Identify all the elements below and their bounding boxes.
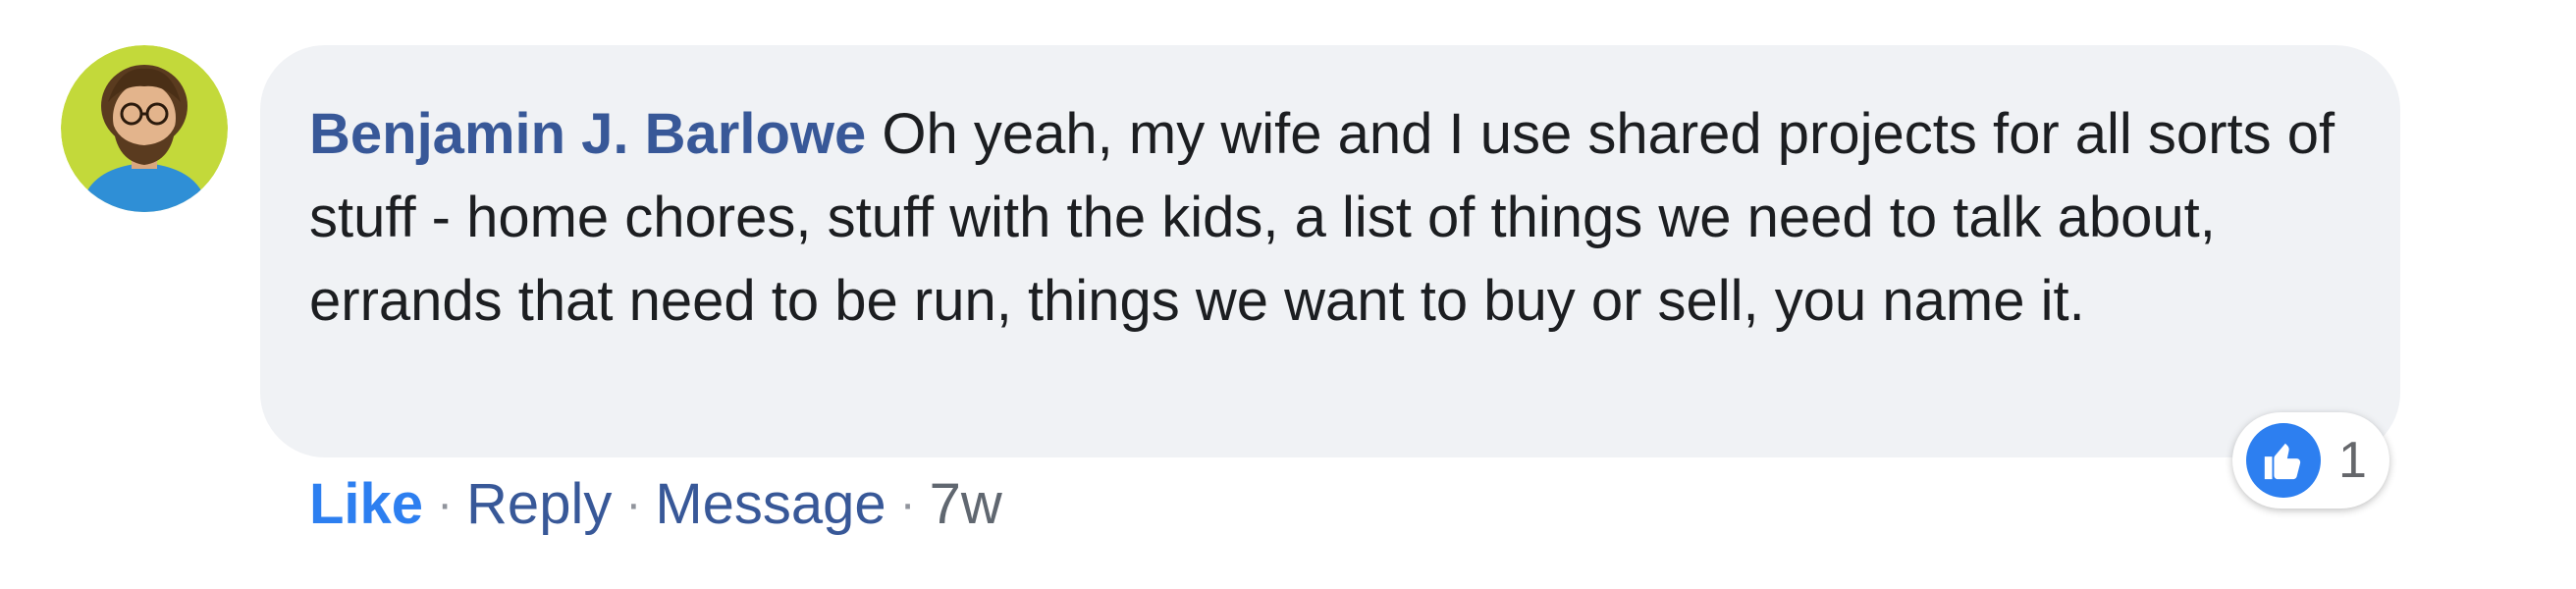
reply-button[interactable]: Reply bbox=[466, 471, 612, 537]
separator-dot: · bbox=[437, 477, 454, 530]
like-reaction-icon bbox=[2246, 423, 2321, 498]
thumbs-up-icon bbox=[2264, 443, 2301, 480]
reaction-count: 1 bbox=[2338, 432, 2367, 489]
avatar-image bbox=[61, 45, 228, 212]
comment-body: Benjamin J. Barlowe Oh yeah, my wife and… bbox=[309, 92, 2371, 343]
separator-dot: · bbox=[899, 477, 916, 530]
reaction-summary[interactable]: 1 bbox=[2232, 412, 2389, 509]
comment-actions: Like · Reply · Message · 7w bbox=[309, 469, 1002, 538]
comment-bubble: Benjamin J. Barlowe Oh yeah, my wife and… bbox=[260, 45, 2400, 457]
separator-dot: · bbox=[625, 477, 642, 530]
avatar[interactable] bbox=[61, 45, 228, 212]
message-button[interactable]: Message bbox=[655, 471, 886, 537]
comment-author-link[interactable]: Benjamin J. Barlowe bbox=[309, 102, 866, 166]
comment-timestamp[interactable]: 7w bbox=[930, 471, 1002, 537]
like-button[interactable]: Like bbox=[309, 471, 423, 537]
